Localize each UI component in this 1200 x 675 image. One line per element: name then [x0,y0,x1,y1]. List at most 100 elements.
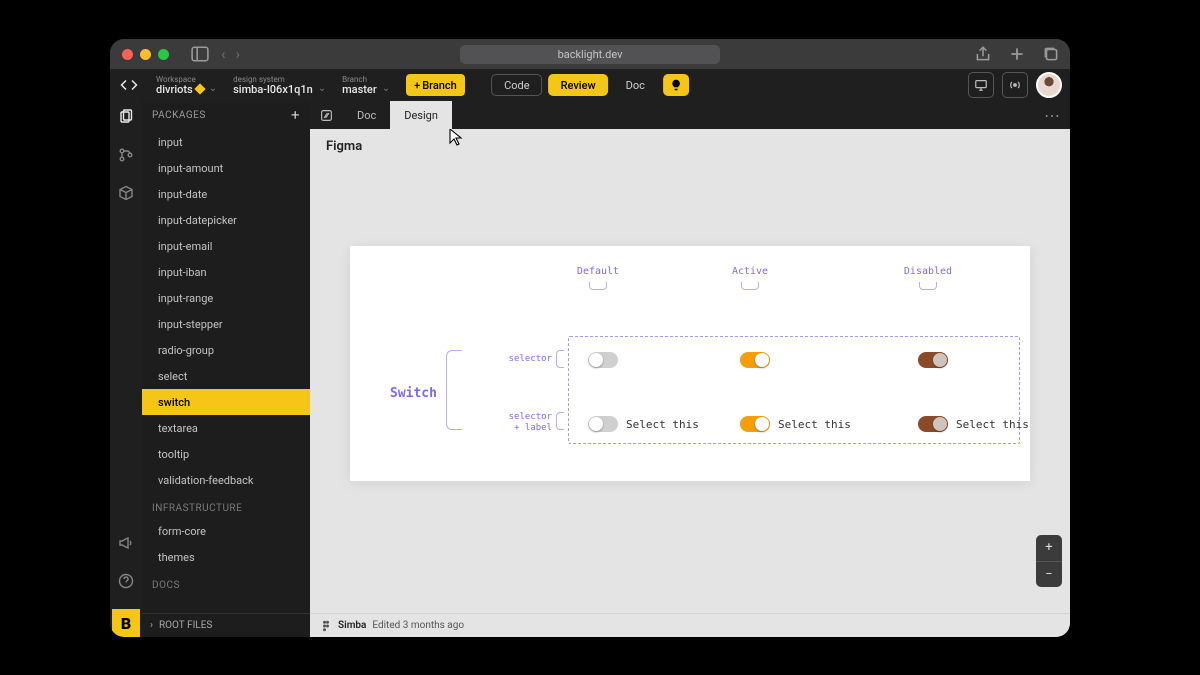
sidebar-item-input-datepicker[interactable]: input-datepicker [142,207,310,233]
titlebar-right-icons [974,45,1060,63]
new-tab-icon[interactable] [1008,45,1026,63]
window-close-icon[interactable] [122,49,133,60]
sidebar-section-infra: INFRASTRUCTURE [142,493,310,518]
switch-default-labeled[interactable] [588,416,618,432]
switch-disabled-labeled [918,416,948,432]
help-rail-icon[interactable] [116,571,136,591]
workspace-crumb[interactable]: Workspace divriots ⌄ [156,76,217,95]
new-branch-label: Branch [422,79,457,92]
sidebar-item-input[interactable]: input [142,129,310,155]
content-area: Doc Design ⋯ Figma Default Active Disabl… [310,101,1070,637]
design-system-crumb[interactable]: design system simba-l06x1q1n ⌄ [233,76,326,95]
row1-label: selector [500,354,552,365]
zoom-control: + − [1036,535,1062,587]
switch-label: Select this [956,418,1029,431]
add-package-icon[interactable]: + [291,106,300,124]
sidebar-item-themes[interactable]: themes [142,544,310,570]
app-window: ‹ › backlight.dev Workspace divriots [110,39,1070,637]
packages-rail-icon[interactable] [116,107,136,127]
sidebar-header: PACKAGES + [142,101,310,129]
footer-meta: Edited 3 months ago [372,620,464,631]
nav-back-icon[interactable]: ‹ [221,45,226,63]
window-min-icon[interactable] [140,49,151,60]
tab-more-icon[interactable]: ⋯ [1044,101,1060,129]
sidebar-item-switch[interactable]: switch [142,389,310,415]
switch-default[interactable] [588,352,618,368]
sidebar-item-input-stepper[interactable]: input-stepper [142,311,310,337]
plus-icon: + [414,79,420,92]
sidebar-item-input-date[interactable]: input-date [142,181,310,207]
lightbulb-button[interactable] [663,74,689,96]
figma-frame: Default Active Disabled Switch selector … [350,246,1030,481]
sidebar-section-docs: DOCS [142,570,310,595]
brand-logo[interactable]: B [112,609,140,637]
user-avatar[interactable] [1036,72,1062,98]
url-bar[interactable]: backlight.dev [460,45,720,64]
context-bar: Workspace divriots ⌄ design system simba… [110,69,1070,101]
url-text: backlight.dev [558,48,623,61]
col-disabled: Disabled [898,266,958,277]
switch-active-labeled[interactable] [740,416,770,432]
sidebar-item-select[interactable]: select [142,363,310,389]
sidebar: PACKAGES + inputinput-amountinput-datein… [142,101,310,637]
sidebar-item-tooltip[interactable]: tooltip [142,441,310,467]
titlebar-left-icons [191,45,209,63]
col-active: Active [720,266,780,277]
brace-icon [556,412,564,430]
sidebar-item-textarea[interactable]: textarea [142,415,310,441]
review-tab[interactable]: Review [549,74,608,96]
branch-crumb[interactable]: Branch master ⌄ [342,76,390,95]
tab-doc[interactable]: Doc [343,101,390,129]
sidebar-item-form-core[interactable]: form-core [142,518,310,544]
switch-label: Select this [626,418,699,431]
chevron-down-icon: ⌄ [209,84,217,94]
code-icon[interactable] [118,74,140,96]
switch-disabled [918,352,948,368]
tab-row: Doc Design ⋯ [310,101,1070,129]
sidebar-item-radio-group[interactable]: radio-group [142,337,310,363]
tab-design[interactable]: Design [390,101,452,129]
sidebar-item-input-range[interactable]: input-range [142,285,310,311]
sidebar-item-input-email[interactable]: input-email [142,233,310,259]
tabs-icon[interactable] [1042,45,1060,63]
row2-label: selector+ label [500,412,552,434]
brace-icon [589,282,611,294]
root-files-row[interactable]: › ROOT FILES [142,613,310,637]
footer-name: Simba [338,620,366,631]
window-max-icon[interactable] [158,49,169,60]
switch-label: Select this [778,418,851,431]
titlebar-nav: ‹ › [221,45,240,63]
brace-icon [556,350,564,368]
traffic-lights [122,49,169,60]
component-label: Switch [390,386,437,401]
design-system-value: simba-l06x1q1n [233,84,313,95]
titlebar: ‹ › backlight.dev [110,39,1070,69]
desktop-preview-icon[interactable] [968,72,994,98]
root-files-label: ROOT FILES [159,620,212,631]
cube-rail-icon[interactable] [116,183,136,203]
doc-tab[interactable]: Doc [614,74,657,96]
zoom-in-button[interactable]: + [1036,535,1062,562]
context-center: Code Review Doc [491,74,689,96]
git-rail-icon[interactable] [116,145,136,165]
nav-fwd-icon[interactable]: › [236,45,241,63]
new-branch-button[interactable]: + Branch [406,74,465,96]
sidebar-toggle-icon[interactable] [191,45,209,63]
context-right [968,72,1062,98]
tab-link-icon[interactable] [310,101,343,129]
sidebar-list-infra: form-corethemes [142,518,310,570]
announce-rail-icon[interactable] [116,533,136,553]
sidebar-header-label: PACKAGES [152,110,206,121]
brace-icon [919,282,941,294]
sidebar-item-validation-feedback[interactable]: validation-feedback [142,467,310,493]
design-canvas[interactable]: Figma Default Active Disabled Switch [310,129,1070,613]
broadcast-icon[interactable] [1002,72,1028,98]
code-tab[interactable]: Code [491,74,542,96]
switch-active[interactable] [740,352,770,368]
sidebar-item-input-amount[interactable]: input-amount [142,155,310,181]
canvas-title: Figma [326,139,362,154]
branch-value: master [342,84,377,95]
sidebar-item-input-iban[interactable]: input-iban [142,259,310,285]
zoom-out-button[interactable]: − [1036,562,1062,588]
share-icon[interactable] [974,45,992,63]
